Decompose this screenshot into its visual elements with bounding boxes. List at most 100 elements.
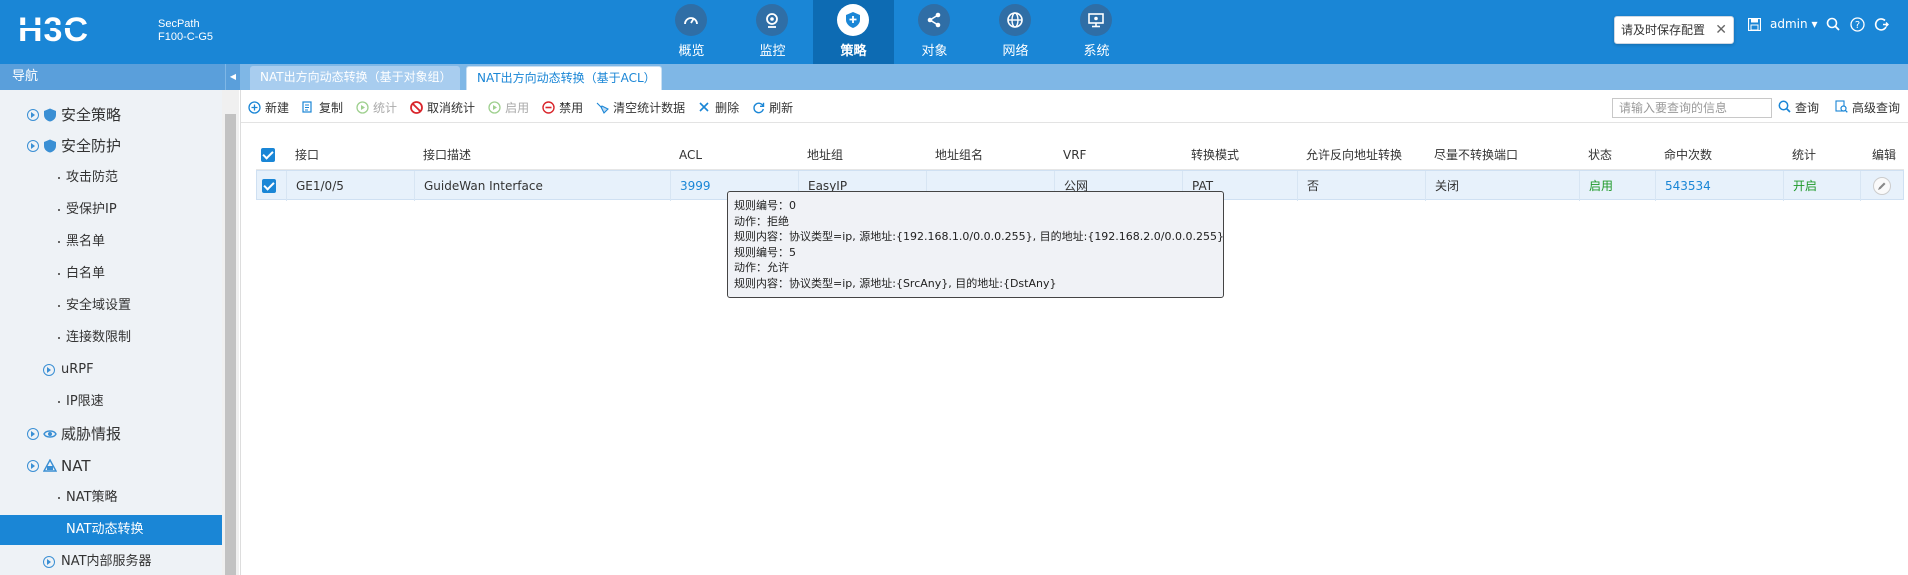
logout-icon[interactable] xyxy=(1873,16,1889,32)
advanced-search-icon xyxy=(1835,99,1848,116)
nav-network-label: 网络 xyxy=(1002,44,1029,59)
sidebar-item-protected-ip[interactable]: 受保护IP xyxy=(0,195,222,225)
sidebar-item-security-protection[interactable]: 安全防护 xyxy=(0,131,222,161)
col-status[interactable]: 状态 xyxy=(1588,140,1638,170)
tooltip-line: 动作：允许 xyxy=(734,261,789,274)
refresh-label: 刷新 xyxy=(769,100,794,115)
search-icon[interactable] xyxy=(1825,16,1841,32)
select-all-checkbox[interactable] xyxy=(261,148,275,162)
nat-icon xyxy=(43,459,57,472)
nav-object[interactable]: 对象 xyxy=(894,0,975,64)
sidebar-item-attack-defense[interactable]: 攻击防范 xyxy=(0,163,222,193)
bullet-icon xyxy=(58,497,60,499)
sidebar-item-whitelist[interactable]: 白名单 xyxy=(0,259,222,289)
col-address-group[interactable]: 地址组 xyxy=(807,140,907,170)
nav-monitor[interactable]: 监控 xyxy=(732,0,813,64)
stats-button[interactable]: 统计 xyxy=(349,97,403,117)
nav-system[interactable]: 系统 xyxy=(1056,0,1137,64)
sidebar-item-nat-server[interactable]: NAT内部服务器 xyxy=(0,547,222,575)
sidebar-item-label: NAT动态转换 xyxy=(66,522,144,537)
sidebar-item-label: 白名单 xyxy=(66,266,106,281)
tab-nat-objgroup[interactable]: NAT出方向动态转换（基于对象组） xyxy=(250,66,460,90)
shield-icon xyxy=(44,108,56,122)
search-icon xyxy=(1778,100,1791,116)
sidebar-item-security-zone[interactable]: 安全域设置 xyxy=(0,291,222,321)
col-interface[interactable]: 接口 xyxy=(295,140,395,170)
cell-status[interactable]: 启用 xyxy=(1580,171,1656,201)
bullet-icon xyxy=(58,305,60,307)
sidebar-item-nat-dynamic[interactable]: NAT动态转换 xyxy=(0,515,222,545)
col-hits[interactable]: 命中次数 xyxy=(1664,140,1754,170)
main-nav: 概览 监控 策略 对象 网络 系统 xyxy=(651,0,1137,64)
broom-icon xyxy=(595,100,609,114)
cell-edit xyxy=(1861,171,1905,201)
globe-icon xyxy=(999,4,1031,36)
sidebar-item-ip-ratelimit[interactable]: IP限速 xyxy=(0,387,222,417)
user-menu[interactable]: admin ▾ xyxy=(1770,17,1817,31)
sidebar-scrollbar[interactable] xyxy=(222,90,239,575)
cancel-stats-button[interactable]: 取消统计 xyxy=(403,97,481,117)
advanced-search-button[interactable]: 高级查询 xyxy=(1835,99,1900,116)
row-checkbox[interactable] xyxy=(262,179,276,193)
collapse-left-icon[interactable]: ◀ xyxy=(226,64,240,90)
gauge-icon xyxy=(675,4,707,36)
pencil-icon[interactable] xyxy=(1873,177,1891,195)
disable-button[interactable]: 禁用 xyxy=(535,97,589,117)
stats-label: 统计 xyxy=(373,100,398,115)
enable-button[interactable]: 启用 xyxy=(481,97,535,117)
monitor-icon xyxy=(1080,4,1112,36)
acl-rules-tooltip: 规则编号：0 动作：拒绝 规则内容：协议类型=ip, 源地址:{192.168.… xyxy=(727,191,1224,298)
sidebar-item-security-policy[interactable]: 安全策略 xyxy=(0,100,222,130)
sidebar-item-blacklist[interactable]: 黑名单 xyxy=(0,227,222,257)
sidebar-item-label: 安全策略 xyxy=(61,106,122,124)
sidebar-item-label: NAT策略 xyxy=(66,490,118,505)
col-address-group-name[interactable]: 地址组名 xyxy=(935,140,1035,170)
sidebar-item-label: 连接数限制 xyxy=(66,330,132,345)
expand-icon xyxy=(27,140,39,152)
col-acl[interactable]: ACL xyxy=(679,140,779,170)
cell-stats[interactable]: 开启 xyxy=(1784,171,1861,201)
refresh-icon xyxy=(751,100,765,114)
close-icon[interactable]: ✕ xyxy=(1715,17,1727,43)
col-reverse[interactable]: 允许反向地址转换 xyxy=(1306,140,1426,170)
clear-stats-button[interactable]: 清空统计数据 xyxy=(589,97,691,117)
plus-circle-icon xyxy=(247,100,261,114)
save-icon[interactable] xyxy=(1746,16,1762,32)
svg-text:?: ? xyxy=(1855,20,1860,31)
delete-button[interactable]: 删除 xyxy=(691,97,745,117)
device-model: SecPath F100-C-G5 xyxy=(158,18,213,44)
new-button[interactable]: 新建 xyxy=(241,97,295,117)
tab-nat-acl[interactable]: NAT出方向动态转换（基于ACL） xyxy=(466,66,662,90)
scrollbar-thumb[interactable] xyxy=(225,114,236,575)
search-input[interactable]: 请输入要查询的信息 xyxy=(1612,98,1772,118)
nav-network[interactable]: 网络 xyxy=(975,0,1056,64)
sidebar-item-label: IP限速 xyxy=(66,394,104,409)
sidebar-item-nat[interactable]: NAT xyxy=(0,451,222,481)
expand-icon xyxy=(43,364,55,376)
col-stats[interactable]: 统计 xyxy=(1792,140,1842,170)
sidebar-item-conn-limit[interactable]: 连接数限制 xyxy=(0,323,222,353)
bullet-icon xyxy=(58,273,60,275)
sidebar-item-urpf[interactable]: uRPF xyxy=(0,355,222,385)
sidebar-item-nat-policy[interactable]: NAT策略 xyxy=(0,483,222,513)
x-icon xyxy=(697,100,711,114)
cell-hits-link[interactable]: 543534 xyxy=(1656,171,1784,201)
expand-icon xyxy=(43,556,55,568)
bullet-icon xyxy=(58,209,60,211)
col-no-port[interactable]: 尽量不转换端口 xyxy=(1434,140,1554,170)
username: admin xyxy=(1770,17,1808,31)
help-icon[interactable]: ? xyxy=(1849,16,1865,32)
refresh-button[interactable]: 刷新 xyxy=(745,97,799,117)
col-mode[interactable]: 转换模式 xyxy=(1191,140,1291,170)
sidebar-item-label: uRPF xyxy=(61,362,94,377)
col-vrf[interactable]: VRF xyxy=(1063,140,1163,170)
copy-button[interactable]: 复制 xyxy=(295,97,349,117)
col-description[interactable]: 接口描述 xyxy=(423,140,623,170)
brand-line1: SecPath xyxy=(158,18,200,30)
cancel-stats-label: 取消统计 xyxy=(427,100,476,115)
nav-overview[interactable]: 概览 xyxy=(651,0,732,64)
nav-policy[interactable]: 策略 xyxy=(813,0,894,64)
sidebar-item-threat-intel[interactable]: 威胁情报 xyxy=(0,419,222,449)
search-button[interactable]: 查询 xyxy=(1778,99,1819,116)
row-select-cell xyxy=(257,171,287,201)
